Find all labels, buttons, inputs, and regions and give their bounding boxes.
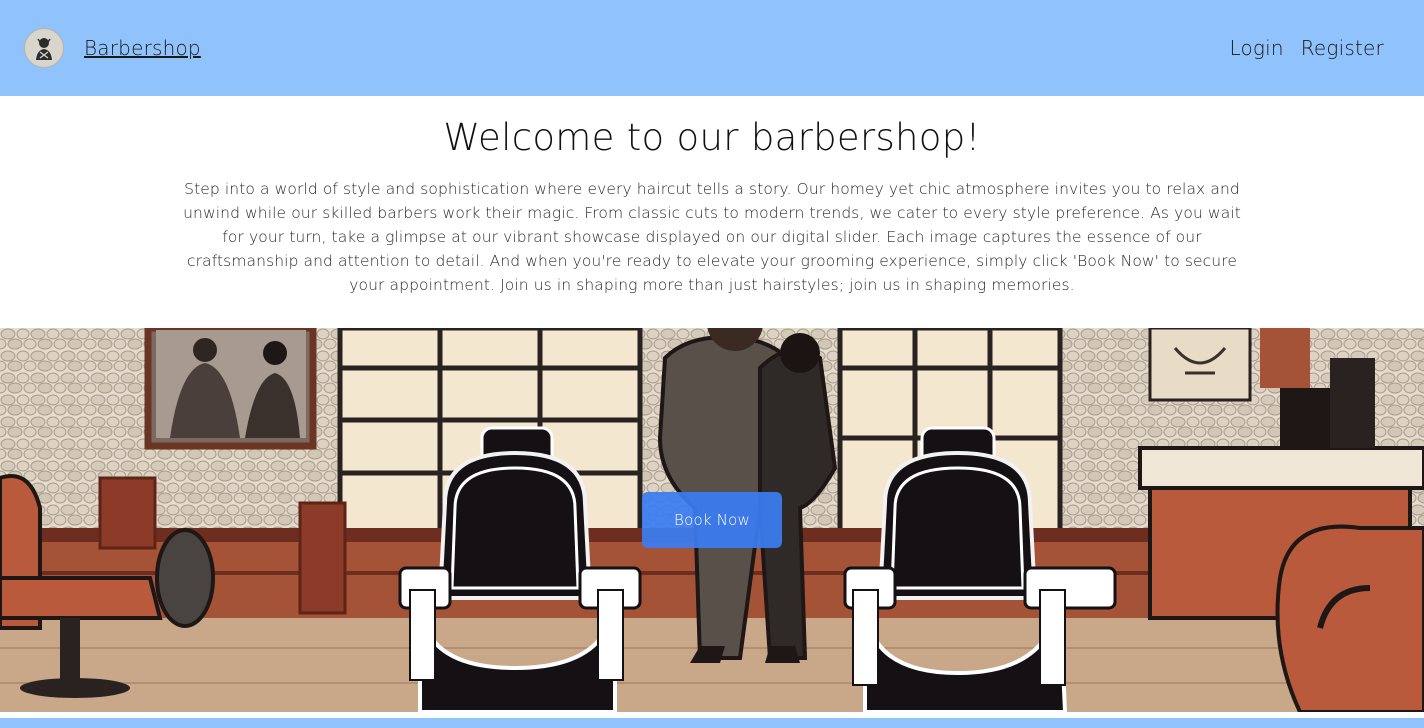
footer-strip [0, 718, 1424, 728]
page-title: Welcome to our barbershop! [443, 116, 981, 159]
brand: Barbershop [24, 28, 201, 68]
barber-logo-icon[interactable] [24, 28, 64, 68]
intro-paragraph: Step into a world of style and sophistic… [183, 180, 1241, 294]
navbar: Barbershop Login Register [0, 0, 1424, 96]
login-link[interactable]: Login [1229, 36, 1283, 60]
brand-link[interactable]: Barbershop [84, 36, 201, 60]
intro-section: Welcome to our barbershop! Step into a w… [0, 96, 1424, 328]
book-now-button[interactable]: Book Now [642, 492, 782, 548]
register-link[interactable]: Register [1301, 36, 1384, 60]
nav-links: Login Register [1229, 36, 1384, 60]
